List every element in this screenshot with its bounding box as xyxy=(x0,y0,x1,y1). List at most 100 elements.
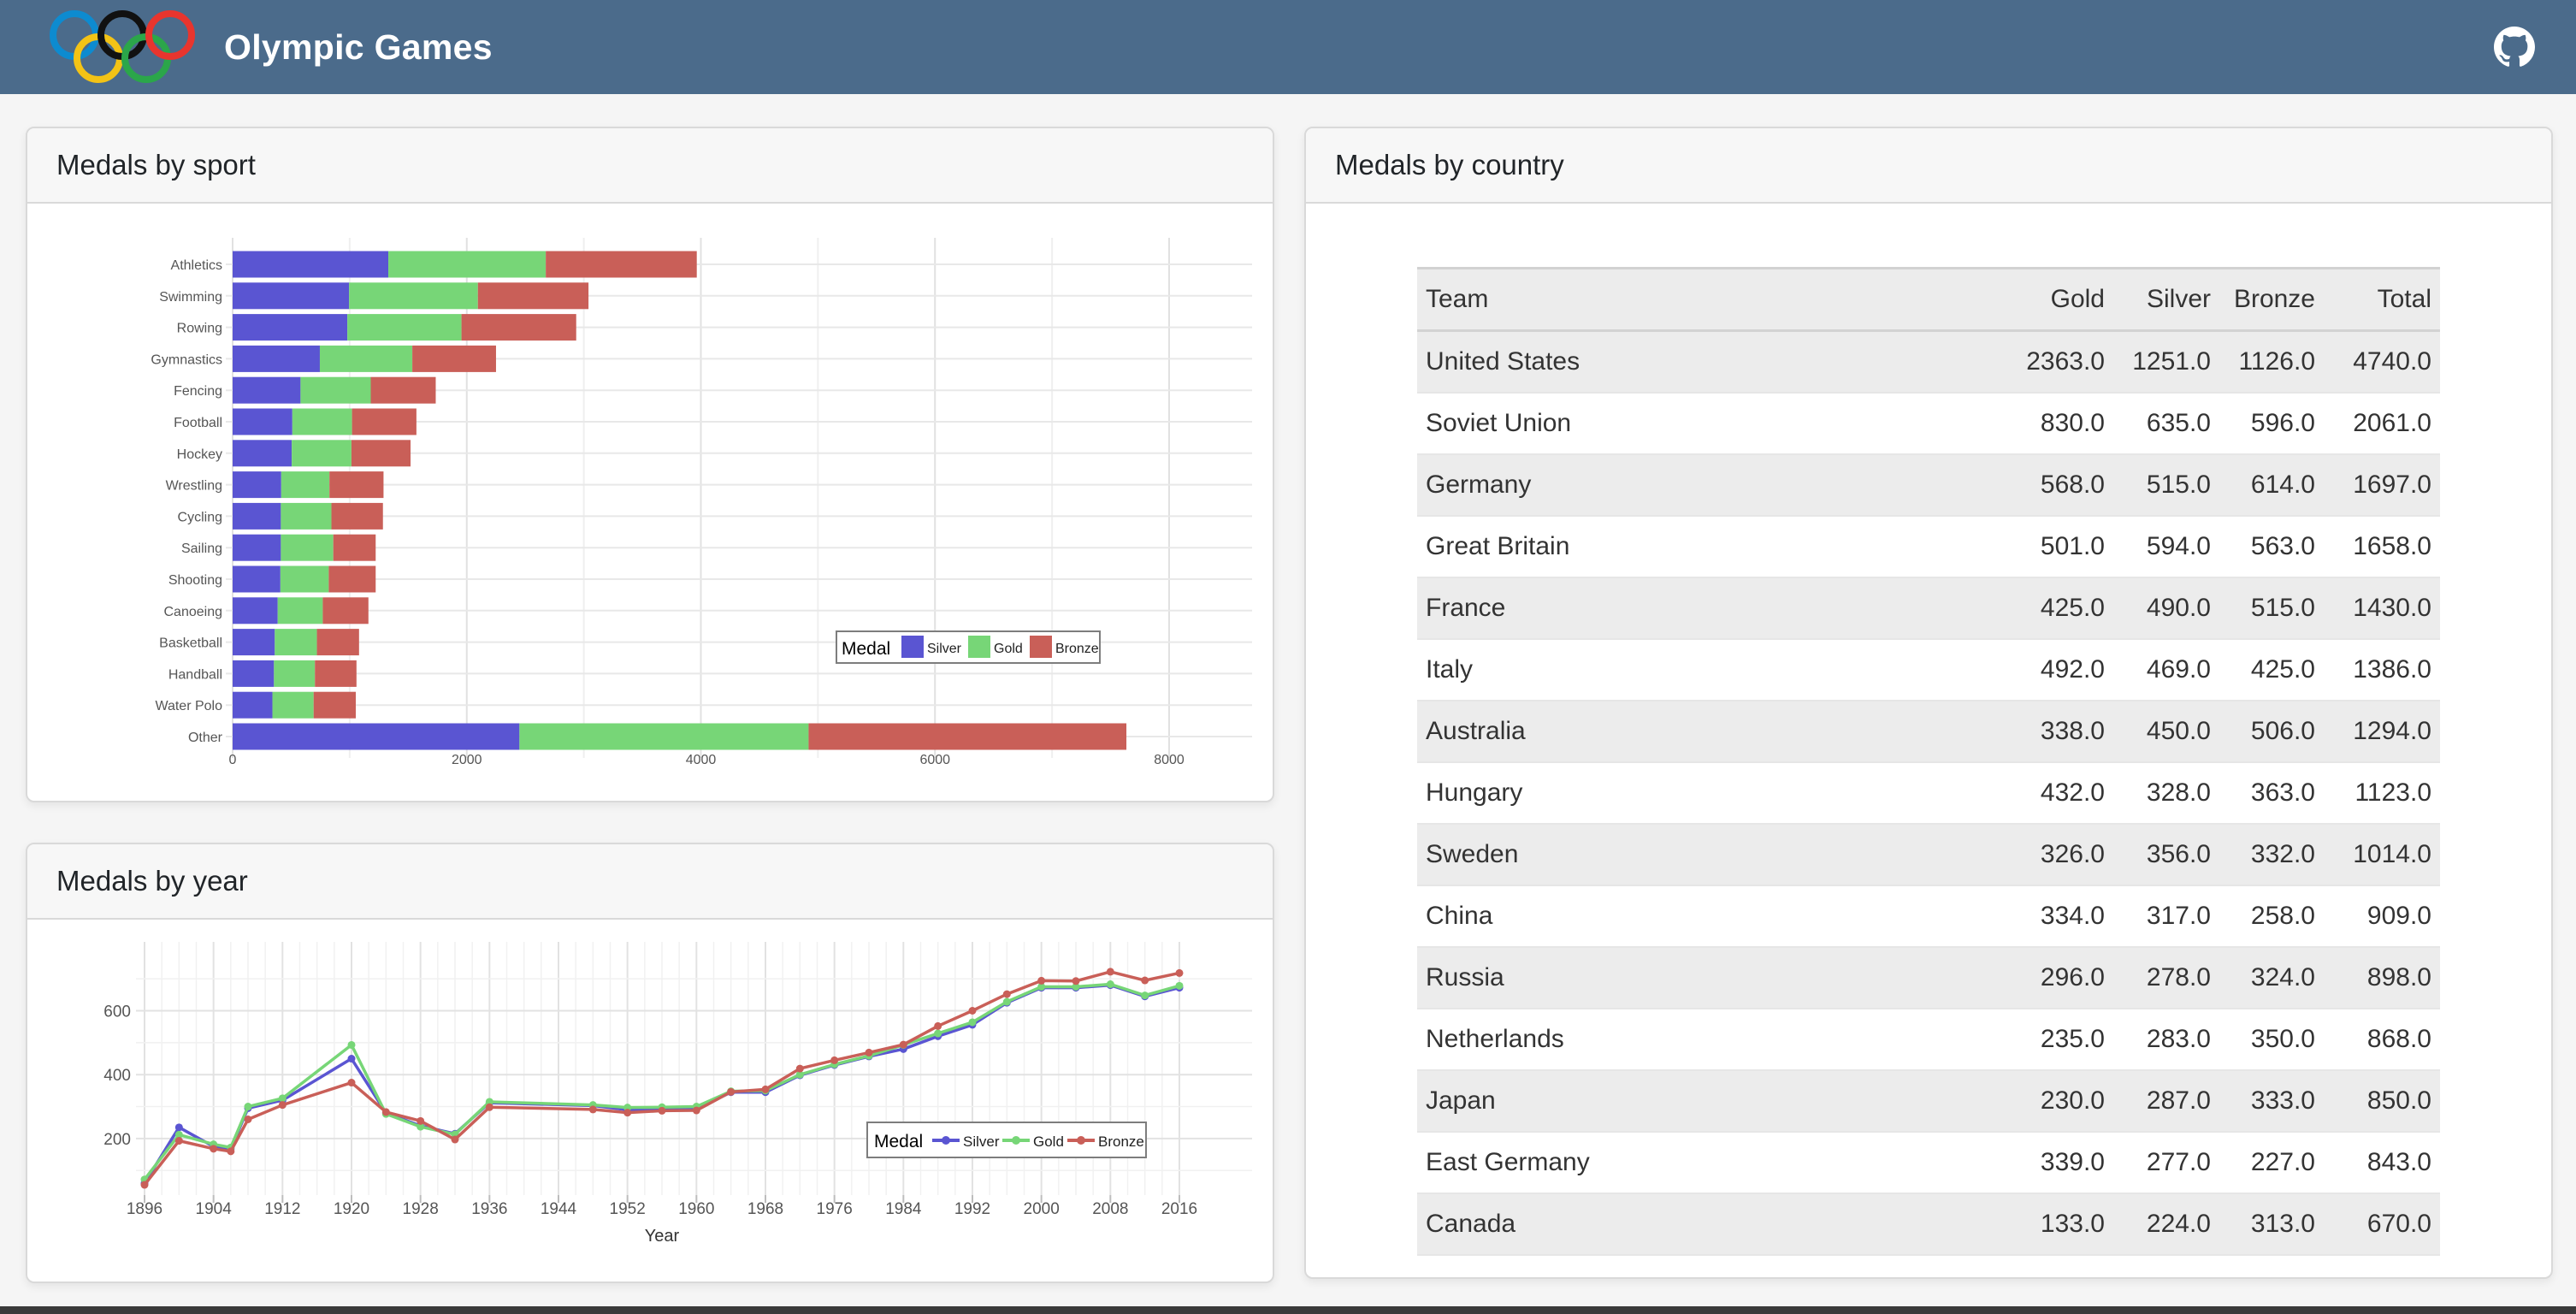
github-icon[interactable] xyxy=(2494,27,2535,68)
cell-team: Italy xyxy=(1417,639,2011,701)
bar-segment-silver xyxy=(233,660,274,687)
bar-segment-silver xyxy=(233,724,519,750)
medals-by-country-title: Medals by country xyxy=(1335,149,1564,181)
medals-by-sport-card-header: Medals by sport xyxy=(27,128,1273,204)
bar-segment-silver xyxy=(233,409,292,435)
table-row: Sweden326.0356.0332.01014.0 xyxy=(1417,824,2440,885)
x-tick-label: 1984 xyxy=(885,1200,922,1218)
x-tick-label: 2008 xyxy=(1092,1200,1128,1218)
bar-segment-gold xyxy=(274,660,315,687)
data-point-gold xyxy=(1107,980,1114,988)
medals-by-country-card: Medals by country TeamGoldSilverBronzeTo… xyxy=(1304,127,2553,1279)
cell-total: 909.0 xyxy=(2324,885,2440,947)
bar-segment-silver xyxy=(233,503,281,530)
bar-segment-gold xyxy=(281,566,329,593)
cell-total: 1697.0 xyxy=(2324,454,2440,516)
x-tick-label: 1928 xyxy=(403,1200,439,1218)
cell-bronze: 506.0 xyxy=(2219,701,2324,762)
data-point-bronze xyxy=(451,1136,458,1144)
bar-segment-bronze xyxy=(371,377,436,404)
category-label: Canoeing xyxy=(164,605,223,619)
bar-segment-gold xyxy=(273,692,314,719)
data-point-gold xyxy=(244,1103,251,1110)
category-label: Fencing xyxy=(174,384,222,399)
data-point-bronze xyxy=(347,1079,355,1086)
cell-gold: 326.0 xyxy=(2011,824,2113,885)
cell-silver: 278.0 xyxy=(2113,947,2219,1009)
cell-bronze: 614.0 xyxy=(2219,454,2324,516)
x-tick-label: 2000 xyxy=(1024,1200,1060,1218)
cell-silver: 450.0 xyxy=(2113,701,2219,762)
bar-series xyxy=(233,252,1126,750)
cell-gold: 501.0 xyxy=(2011,516,2113,577)
bar-segment-gold xyxy=(519,724,808,750)
column-header-silver: Silver xyxy=(2113,269,2219,331)
data-point-bronze xyxy=(486,1104,493,1111)
table-header-row: TeamGoldSilverBronzeTotal xyxy=(1417,269,2440,331)
table-row: Germany568.0515.0614.01697.0 xyxy=(1417,454,2440,516)
cell-total: 843.0 xyxy=(2324,1132,2440,1193)
cell-silver: 594.0 xyxy=(2113,516,2219,577)
cell-total: 1386.0 xyxy=(2324,639,2440,701)
cell-total: 868.0 xyxy=(2324,1009,2440,1070)
bar-segment-silver xyxy=(233,535,281,561)
cell-silver: 490.0 xyxy=(2113,577,2219,639)
top-navigation-bar: Olympic Games xyxy=(0,0,2576,94)
cell-silver: 635.0 xyxy=(2113,393,2219,454)
legend-label: Gold xyxy=(994,642,1023,656)
cell-team: Soviet Union xyxy=(1417,393,2011,454)
cell-team: Sweden xyxy=(1417,824,2011,885)
category-label: Hockey xyxy=(177,447,222,462)
x-tick-label: 1992 xyxy=(954,1200,990,1218)
cell-gold: 425.0 xyxy=(2011,577,2113,639)
cell-silver: 283.0 xyxy=(2113,1009,2219,1070)
bar-segment-bronze xyxy=(546,252,697,278)
cell-bronze: 258.0 xyxy=(2219,885,2324,947)
x-tick-label: 6000 xyxy=(919,753,950,767)
category-label: Wrestling xyxy=(166,479,222,494)
x-tick-label: 1960 xyxy=(678,1200,714,1218)
cell-silver: 317.0 xyxy=(2113,885,2219,947)
data-point-gold xyxy=(1175,982,1183,990)
cell-total: 1658.0 xyxy=(2324,516,2440,577)
bar-segment-gold xyxy=(292,409,352,435)
category-label: Cycling xyxy=(178,510,222,524)
x-tick-label: 1904 xyxy=(196,1200,233,1218)
bar-segment-bronze xyxy=(328,566,375,593)
bar-segment-gold xyxy=(320,346,412,372)
bar-segment-bronze xyxy=(322,597,368,624)
cell-team: Canada xyxy=(1417,1193,2011,1255)
bar-segment-bronze xyxy=(332,503,383,530)
data-point-gold xyxy=(934,1030,942,1038)
x-tick-label: 2000 xyxy=(452,753,482,767)
bar-segment-bronze xyxy=(412,346,496,372)
bar-segment-bronze xyxy=(334,535,376,561)
column-header-total: Total xyxy=(2324,269,2440,331)
table-row: Hungary432.0328.0363.01123.0 xyxy=(1417,762,2440,824)
bar-segment-gold xyxy=(281,535,333,561)
cell-team: East Germany xyxy=(1417,1132,2011,1193)
bar-segment-silver xyxy=(233,346,320,372)
x-axis-title: Year xyxy=(645,1227,680,1246)
bar-segment-silver xyxy=(233,252,388,278)
bar-segment-bronze xyxy=(315,660,357,687)
legend-title: Medal xyxy=(842,639,890,659)
table-row: East Germany339.0277.0227.0843.0 xyxy=(1417,1132,2440,1193)
table-row: Soviet Union830.0635.0596.02061.0 xyxy=(1417,393,2440,454)
legend-label: Bronze xyxy=(1098,1133,1144,1150)
cell-gold: 133.0 xyxy=(2011,1193,2113,1255)
bar-segment-gold xyxy=(281,503,331,530)
cell-total: 850.0 xyxy=(2324,1070,2440,1132)
data-point-bronze xyxy=(1107,968,1114,975)
category-label: Water Polo xyxy=(155,699,222,713)
table-row: Japan230.0287.0333.0850.0 xyxy=(1417,1070,2440,1132)
bar-segment-bronze xyxy=(808,724,1126,750)
table-row: France425.0490.0515.01430.0 xyxy=(1417,577,2440,639)
legend-title: Medal xyxy=(874,1132,923,1151)
y-tick-label: 400 xyxy=(103,1067,131,1085)
category-label: Swimming xyxy=(159,290,222,305)
cell-bronze: 425.0 xyxy=(2219,639,2324,701)
cell-team: Australia xyxy=(1417,701,2011,762)
category-label: Handball xyxy=(168,667,222,682)
y-tick-label: 600 xyxy=(103,1003,131,1021)
